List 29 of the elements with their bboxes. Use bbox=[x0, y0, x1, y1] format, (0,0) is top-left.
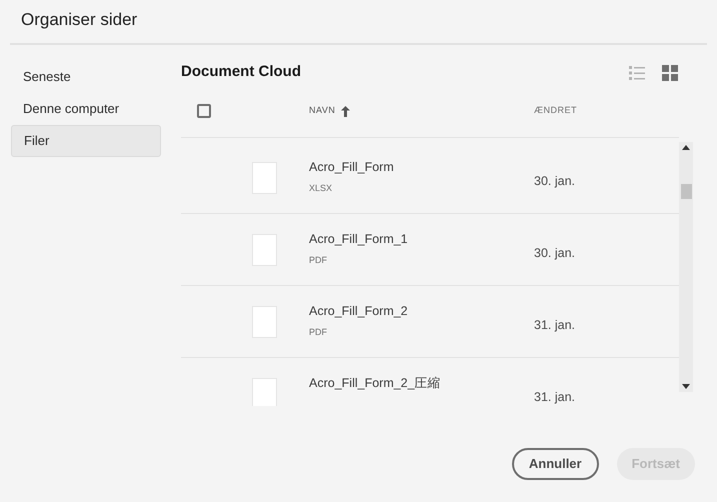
file-thumbnail bbox=[252, 378, 277, 406]
section-title: Document Cloud bbox=[181, 62, 301, 82]
scrollbar-thumb[interactable] bbox=[680, 184, 692, 198]
grid-view-icon[interactable] bbox=[661, 64, 679, 82]
file-name[interactable]: Acro_Fill_Form_1 bbox=[309, 230, 408, 248]
dialog-button[interactable]: Annuller bbox=[512, 448, 599, 480]
file-thumbnail bbox=[252, 306, 277, 338]
scroll-down-icon[interactable] bbox=[682, 384, 690, 388]
column-header[interactable]: ÆNDRET bbox=[534, 104, 577, 118]
dialog-title: Organiser sider bbox=[21, 9, 138, 31]
modified-date: 31. jan. bbox=[534, 318, 576, 332]
sidebar-item[interactable]: Seneste bbox=[11, 60, 161, 92]
scroll-up-icon[interactable] bbox=[682, 144, 690, 150]
file-type: PDF bbox=[309, 254, 327, 266]
file-thumbnail bbox=[252, 162, 277, 194]
sidebar-item[interactable]: Filer bbox=[11, 124, 161, 156]
file-thumbnail bbox=[252, 234, 277, 266]
scrollbar[interactable] bbox=[679, 142, 693, 392]
select-all-checkbox[interactable] bbox=[197, 104, 211, 118]
file-type: PDF bbox=[309, 326, 327, 338]
sidebar-item[interactable]: Denne computer bbox=[11, 92, 161, 124]
modified-date: 31. jan. bbox=[534, 390, 576, 404]
file-name[interactable]: Acro_Fill_Form bbox=[309, 158, 394, 176]
file-name[interactable]: Acro_Fill_Form_2 bbox=[309, 302, 408, 320]
modified-date: 30. jan. bbox=[534, 174, 576, 188]
modified-date: 30. jan. bbox=[534, 246, 576, 260]
column-header[interactable]: NAVN bbox=[309, 104, 336, 118]
file-type: XLSX bbox=[309, 182, 332, 194]
file-name[interactable]: Acro_Fill_Form_2_圧縮 bbox=[309, 374, 441, 392]
